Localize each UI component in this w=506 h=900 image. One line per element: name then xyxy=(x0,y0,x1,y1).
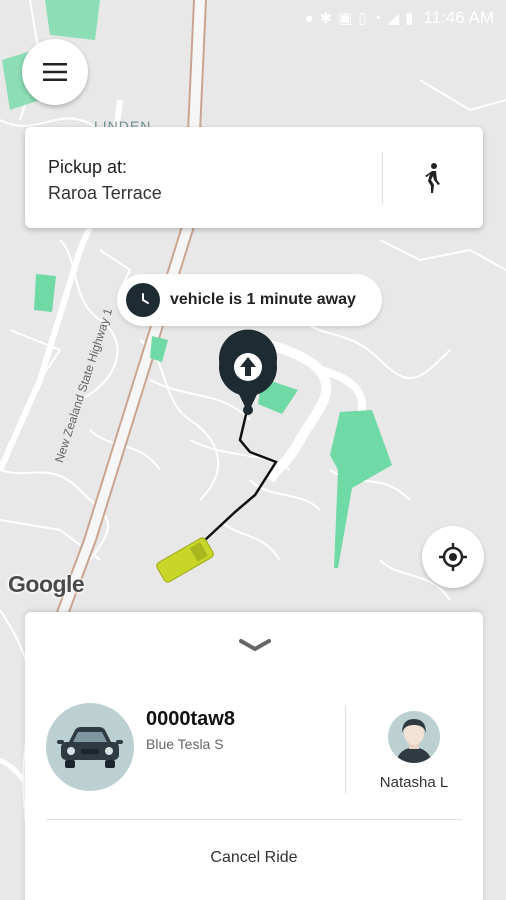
chevron-down-icon xyxy=(239,639,271,651)
driver-avatar[interactable] xyxy=(388,711,440,763)
hamburger-icon xyxy=(43,63,67,81)
status-time: 11:46 AM xyxy=(423,8,494,27)
bluetooth-icon: ✱ xyxy=(319,10,333,27)
my-location-button[interactable] xyxy=(422,526,484,588)
crosshair-icon xyxy=(439,543,467,571)
vibrate-icon: ▯ xyxy=(358,10,367,27)
pickup-divider xyxy=(382,152,383,204)
pickup-address: Raroa Terrace xyxy=(48,183,162,203)
nfc-icon: ▣ xyxy=(338,10,353,27)
battery-icon: ▮ xyxy=(405,10,414,27)
location-icon: ● xyxy=(304,9,314,27)
vehicle-model: Blue Tesla S xyxy=(146,736,224,752)
walking-icon xyxy=(425,163,440,193)
sheet-separator xyxy=(46,819,462,820)
status-bar: ● ✱ ▣ ▯ ◔ ◢ ▮ 11:46 AM xyxy=(0,0,506,36)
google-logo: Google xyxy=(8,571,85,597)
driver-icon xyxy=(396,719,432,763)
cancel-ride-button[interactable]: Cancel Ride xyxy=(46,838,462,878)
car-icon xyxy=(57,727,123,768)
eta-text: vehicle is 1 minute away xyxy=(170,291,356,308)
eta-bubble: vehicle is 1 minute away xyxy=(117,274,382,326)
pickup-label: Pickup at: xyxy=(48,157,128,177)
menu-button[interactable] xyxy=(22,39,88,105)
pickup-card[interactable]: Pickup at: Raroa Terrace xyxy=(25,127,483,228)
clock-icon xyxy=(126,283,160,317)
vehicle-avatar xyxy=(46,703,134,791)
vehicle-plate: 0000taw8 xyxy=(146,708,235,730)
ride-details-sheet: 0000taw8 Blue Tesla S Natasha L Cancel R… xyxy=(25,612,483,900)
collapse-sheet-button[interactable] xyxy=(235,634,275,656)
wifi-icon: ◔ xyxy=(372,9,382,27)
walking-directions-button[interactable] xyxy=(410,155,456,201)
signal-icon: ◢ xyxy=(387,10,400,27)
driver-name: Natasha L xyxy=(379,774,449,791)
